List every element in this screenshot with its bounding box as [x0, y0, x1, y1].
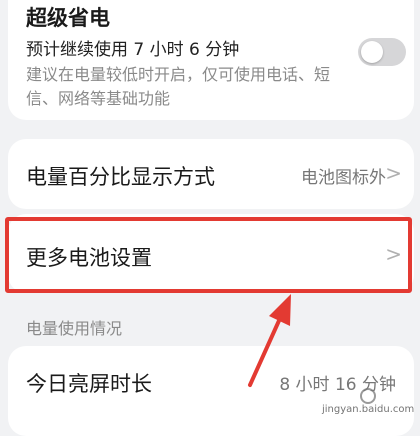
watermark-text: jingyan.baidu.com	[322, 404, 415, 415]
annotation-arrow	[248, 294, 291, 387]
watermark: jingyan.baidu.com	[322, 388, 414, 415]
annotation-arrow-head	[269, 294, 291, 326]
annotation-arrow-shaft	[248, 312, 284, 387]
baidu-logo-icon	[360, 388, 376, 404]
